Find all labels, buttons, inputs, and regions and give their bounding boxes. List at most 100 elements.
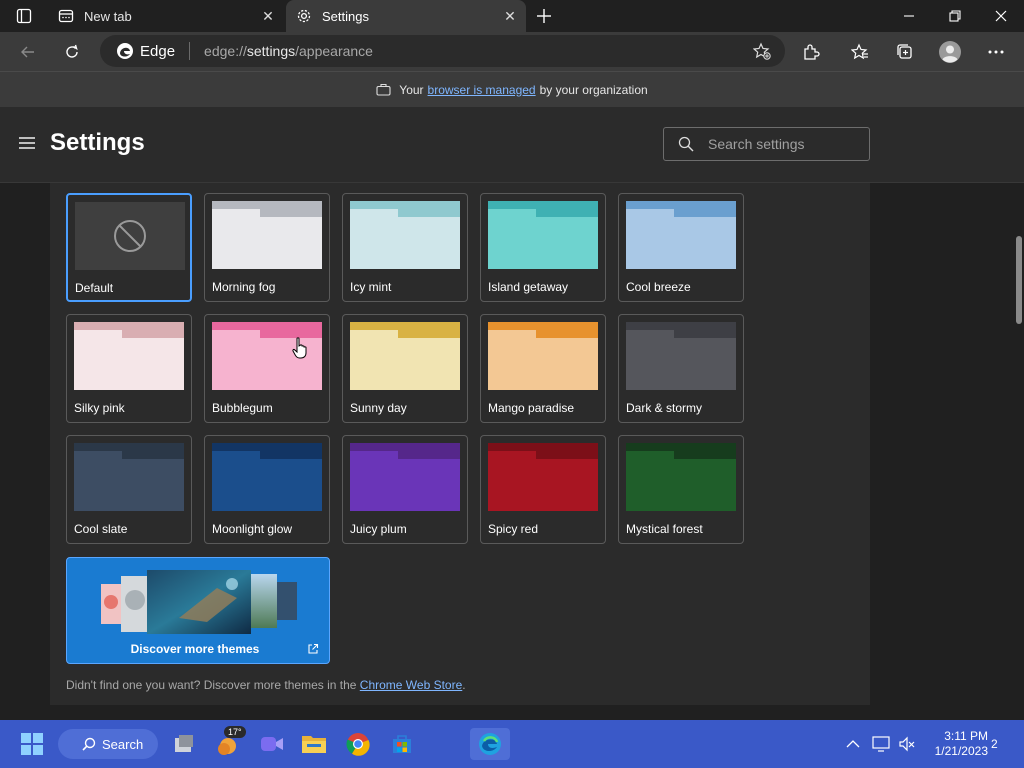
footnote-end: . bbox=[462, 678, 466, 692]
theme-card-cool-slate[interactable]: Cool slate bbox=[66, 435, 192, 544]
theme-label: Default bbox=[75, 281, 114, 295]
theme-card-default[interactable]: Default bbox=[66, 193, 192, 302]
theme-preview bbox=[212, 443, 322, 511]
refresh-icon[interactable] bbox=[56, 36, 88, 68]
add-favorite-icon[interactable] bbox=[752, 42, 771, 65]
back-arrow-icon[interactable] bbox=[12, 36, 44, 68]
theme-preview bbox=[350, 443, 460, 511]
theme-card-bubblegum[interactable]: Bubblegum bbox=[204, 314, 330, 423]
folder-front bbox=[74, 338, 184, 390]
close-icon[interactable]: ✕ bbox=[256, 4, 280, 28]
theme-card-spicy-red[interactable]: Spicy red bbox=[480, 435, 606, 544]
close-window-button[interactable] bbox=[978, 0, 1024, 32]
theme-label: Bubblegum bbox=[212, 401, 273, 415]
volume-muted-icon[interactable] bbox=[896, 728, 918, 760]
theme-preview bbox=[488, 443, 598, 511]
theme-preview bbox=[212, 201, 322, 269]
theme-label: Mystical forest bbox=[626, 522, 703, 536]
managed-info-bar: Your browser is managed by your organiza… bbox=[0, 71, 1024, 107]
edge-logo-icon: Edge bbox=[116, 42, 175, 60]
theme-preview bbox=[350, 322, 460, 390]
theme-preview bbox=[74, 322, 184, 390]
edge-taskbar-icon[interactable] bbox=[470, 728, 510, 760]
notification-count[interactable]: 2 bbox=[991, 737, 998, 751]
close-icon[interactable]: ✕ bbox=[498, 4, 522, 28]
folder-front bbox=[350, 459, 460, 511]
folder-front bbox=[626, 338, 736, 390]
taskbar: Search 17° 3:11 PM 1/21/2023 2 bbox=[0, 720, 1024, 768]
browser-toolbar: Edge edge://settings/appearance bbox=[0, 32, 1024, 71]
no-theme-icon bbox=[114, 220, 146, 252]
restore-button[interactable] bbox=[932, 0, 978, 32]
taskbar-search-button[interactable]: Search bbox=[58, 729, 158, 759]
theme-card-silky-pink[interactable]: Silky pink bbox=[66, 314, 192, 423]
microsoft-store-icon[interactable] bbox=[388, 728, 416, 760]
minimize-button[interactable] bbox=[886, 0, 932, 32]
url-scheme: edge:// bbox=[204, 43, 247, 59]
profile-avatar-icon[interactable] bbox=[934, 36, 966, 68]
theme-preview bbox=[626, 443, 736, 511]
folder-front bbox=[350, 217, 460, 269]
theme-label: Cool slate bbox=[74, 522, 128, 536]
tab-settings[interactable]: Settings ✕ bbox=[286, 0, 526, 32]
theme-card-island-getaway[interactable]: Island getaway bbox=[480, 193, 606, 302]
tab-title: Settings bbox=[322, 8, 369, 24]
theme-card-mango-paradise[interactable]: Mango paradise bbox=[480, 314, 606, 423]
hamburger-menu-icon[interactable] bbox=[18, 136, 38, 154]
file-explorer-icon[interactable] bbox=[300, 728, 328, 760]
theme-card-icy-mint[interactable]: Icy mint bbox=[342, 193, 468, 302]
chrome-icon[interactable] bbox=[344, 728, 372, 760]
folder-front bbox=[488, 338, 598, 390]
folder-front bbox=[74, 459, 184, 511]
theme-preview bbox=[74, 443, 184, 511]
theme-card-cool-breeze[interactable]: Cool breeze bbox=[618, 193, 744, 302]
theme-preview bbox=[350, 201, 460, 269]
chrome-web-store-link[interactable]: Chrome Web Store bbox=[360, 678, 463, 692]
folder-front bbox=[212, 459, 322, 511]
address-separator bbox=[189, 42, 191, 60]
favorites-icon[interactable] bbox=[844, 36, 876, 68]
chevron-up-icon[interactable] bbox=[842, 728, 864, 760]
search-settings-box[interactable] bbox=[663, 127, 870, 161]
theme-card-juicy-plum[interactable]: Juicy plum bbox=[342, 435, 468, 544]
hand-cursor-icon bbox=[292, 337, 308, 364]
plus-icon[interactable] bbox=[530, 4, 558, 28]
theme-card-dark-stormy[interactable]: Dark & stormy bbox=[618, 314, 744, 423]
theme-preview bbox=[488, 201, 598, 269]
theme-card-mystical-forest[interactable]: Mystical forest bbox=[618, 435, 744, 544]
url-host: settings bbox=[246, 43, 296, 59]
url-path: /appearance bbox=[295, 43, 373, 59]
tab-new-tab[interactable]: New tab ✕ bbox=[48, 0, 284, 32]
managed-link[interactable]: browser is managed bbox=[428, 83, 536, 97]
settings-header: Settings bbox=[0, 107, 1024, 183]
extensions-icon[interactable] bbox=[795, 36, 827, 68]
weather-widget-icon[interactable]: 17° bbox=[212, 726, 246, 760]
folder-front bbox=[488, 217, 598, 269]
task-view-icon[interactable] bbox=[170, 728, 198, 760]
theme-label: Mango paradise bbox=[488, 401, 575, 415]
theme-card-sunny-day[interactable]: Sunny day bbox=[342, 314, 468, 423]
theme-card-morning-fog[interactable]: Morning fog bbox=[204, 193, 330, 302]
taskbar-search-label: Search bbox=[102, 736, 144, 752]
meet-camera-icon[interactable] bbox=[258, 728, 286, 760]
discover-more-themes-card[interactable]: Discover more themes bbox=[66, 557, 330, 664]
info-suffix: by your organization bbox=[539, 82, 648, 97]
folder-front bbox=[488, 459, 598, 511]
collections-icon[interactable] bbox=[889, 36, 921, 68]
briefcase-icon bbox=[376, 83, 391, 96]
clock[interactable]: 3:11 PM 1/21/2023 bbox=[922, 729, 988, 759]
tab-actions-icon[interactable] bbox=[8, 4, 40, 28]
theme-card-moonlight-glow[interactable]: Moonlight glow bbox=[204, 435, 330, 544]
address-url[interactable]: edge://settings/appearance bbox=[204, 43, 373, 59]
folder-front bbox=[626, 217, 736, 269]
address-bar[interactable]: Edge edge://settings/appearance bbox=[100, 35, 785, 67]
theme-label: Morning fog bbox=[212, 280, 276, 294]
theme-label: Juicy plum bbox=[350, 522, 407, 536]
theme-preview bbox=[626, 322, 736, 390]
title-bar: New tab ✕ Settings ✕ bbox=[0, 0, 1024, 32]
network-icon[interactable] bbox=[870, 728, 892, 760]
windows-start-icon[interactable] bbox=[18, 728, 46, 760]
search-settings-input[interactable] bbox=[708, 136, 858, 152]
more-options-icon[interactable] bbox=[980, 36, 1012, 68]
scrollbar-thumb[interactable] bbox=[1016, 236, 1022, 324]
